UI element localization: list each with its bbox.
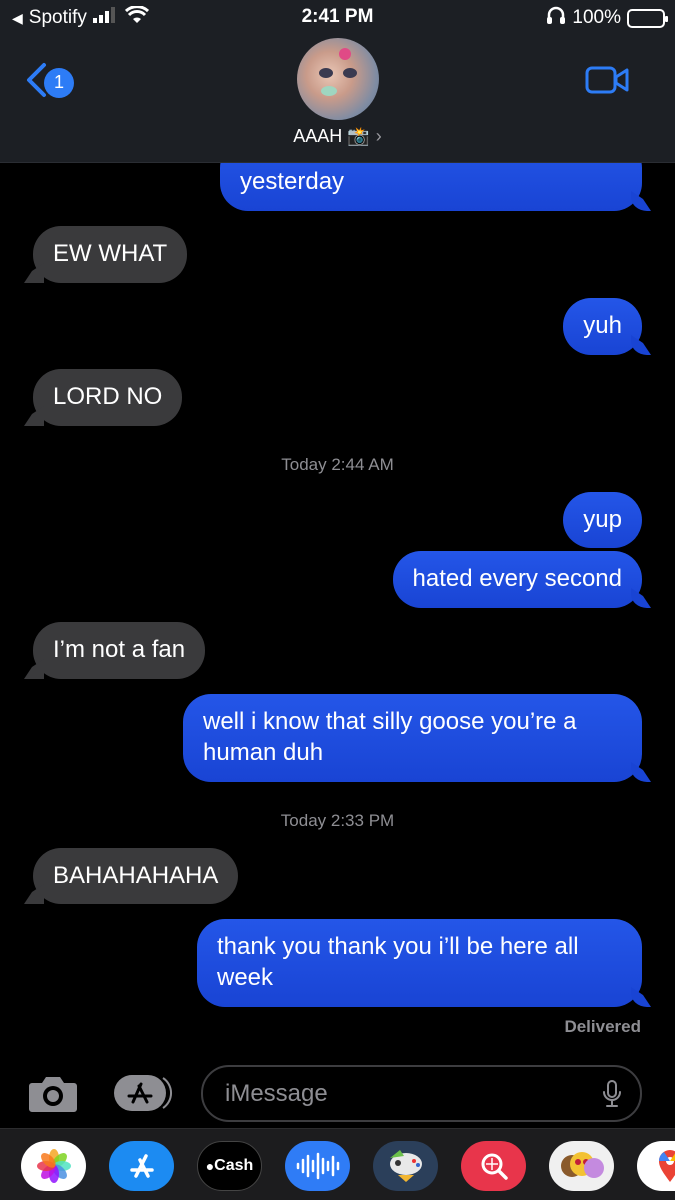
message-text: EW WHAT [53, 240, 168, 267]
app-store-button[interactable] [113, 1074, 173, 1112]
message-text: yesterday [240, 168, 345, 195]
message-text: well i know that silly goose you’re a hu… [203, 708, 577, 766]
memoji-icon[interactable] [549, 1141, 614, 1191]
headphones-icon [546, 6, 566, 30]
message-outgoing[interactable]: yup [563, 492, 642, 548]
microphone-icon[interactable] [602, 1079, 622, 1114]
search-images-icon[interactable] [461, 1141, 526, 1191]
unread-badge: 1 [44, 67, 74, 98]
message-outgoing[interactable]: yuh [563, 298, 642, 355]
message-outgoing[interactable]: well i know that silly goose you’re a hu… [183, 694, 642, 782]
message-outgoing[interactable]: hated every second [392, 551, 642, 608]
google-maps-icon[interactable] [637, 1141, 675, 1191]
message-text: yup [583, 506, 622, 533]
message-input[interactable]: iMessage [201, 1065, 642, 1122]
photos-icon[interactable] [21, 1141, 86, 1191]
timestamp: Today 2:44 AM [281, 455, 394, 474]
message-incoming[interactable]: BAHAHAHAHA [33, 848, 239, 904]
contact-name: AAAH 📸 [293, 126, 370, 146]
avatar[interactable] [297, 38, 379, 120]
battery-percent: 100% [572, 7, 621, 28]
message-text: thank you thank you i’ll be here all wee… [217, 933, 579, 991]
status-bar: ◀ Spotify 2:41 PM 100% [0, 0, 675, 34]
delivered-status: Delivered [564, 1017, 641, 1036]
back-button[interactable]: 1 [24, 62, 74, 103]
message-text: BAHAHAHAHA [53, 862, 219, 889]
apple-logo-icon: ● [205, 1158, 215, 1174]
message-incoming[interactable]: LORD NO [33, 369, 183, 426]
audio-message-icon[interactable] [285, 1141, 350, 1191]
apple-cash-icon[interactable]: ● Cash [197, 1141, 262, 1191]
contact-name-button[interactable]: AAAH 📸 › [0, 126, 675, 147]
app-drawer: ● Cash [0, 1128, 675, 1200]
timestamp: Today 2:33 PM [280, 811, 395, 830]
camera-icon[interactable] [28, 1073, 78, 1118]
apple-cash-label: Cash [214, 1157, 254, 1174]
message-text: hated every second [412, 565, 622, 592]
chevron-right-icon: › [375, 126, 382, 146]
video-call-icon[interactable] [585, 66, 629, 99]
battery-icon [627, 8, 668, 28]
app-store-icon[interactable] [109, 1141, 174, 1191]
message-text: yuh [583, 312, 622, 339]
message-incoming[interactable]: I’m not a fan [33, 622, 206, 679]
message-text: I’m not a fan [53, 636, 186, 663]
message-incoming[interactable]: EW WHAT [33, 226, 188, 283]
message-text: LORD NO [53, 383, 163, 410]
message-input-placeholder: iMessage [225, 1080, 328, 1107]
game-pigeon-icon[interactable] [373, 1141, 438, 1191]
message-outgoing[interactable]: thank you thank you i’ll be here all wee… [197, 919, 642, 1007]
